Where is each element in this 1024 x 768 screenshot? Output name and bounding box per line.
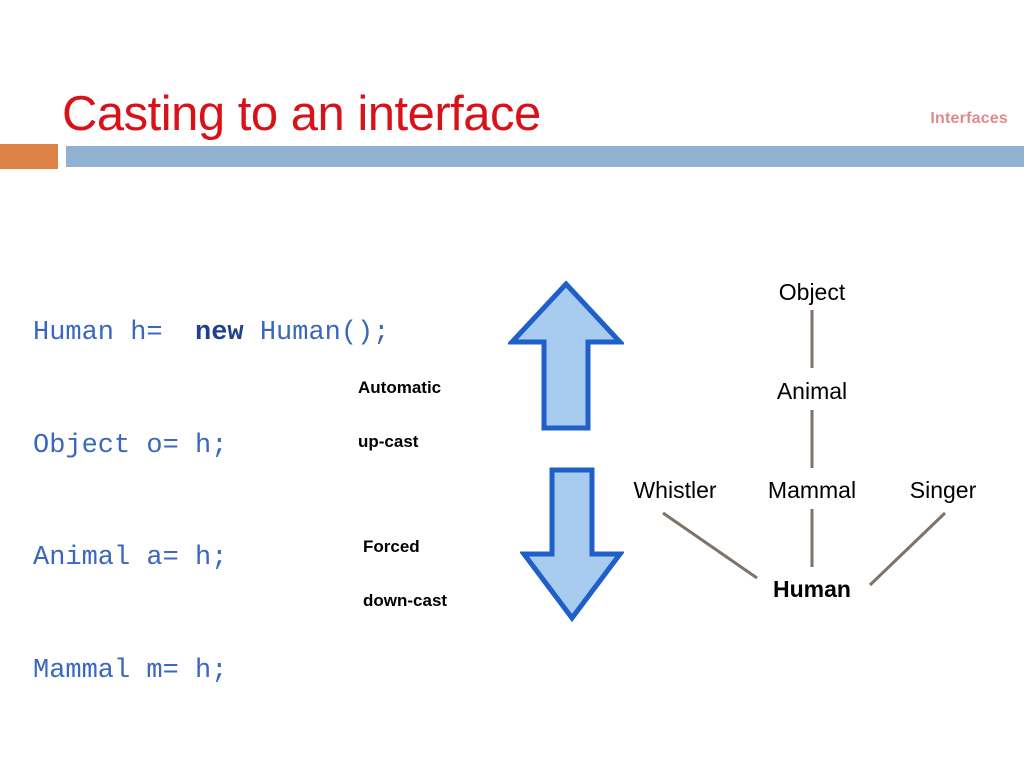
edge-whistler-human <box>662 511 758 580</box>
hierarchy-connectors <box>662 310 947 587</box>
page-title: Casting to an interface <box>62 87 541 141</box>
code-keyword: new <box>195 318 244 348</box>
hierarchy-node-human: Human <box>773 576 851 602</box>
section-label: Interfaces <box>930 110 1008 127</box>
down-cast-label-line1: Forced <box>363 537 420 556</box>
code-fragment: Object o= h; <box>33 430 228 461</box>
divider-accent-block <box>0 144 58 169</box>
divider-bar <box>66 146 1024 167</box>
down-cast-label: Forced down-cast <box>363 506 447 641</box>
slide-canvas: Casting to an interface Interfaces Human… <box>0 0 1024 768</box>
code-line: Object o= h; <box>33 428 389 466</box>
hierarchy-node-object: Object <box>778 279 846 305</box>
code-fragment: Animal a= h; <box>33 543 228 573</box>
up-cast-label-line2: up-cast <box>358 432 419 451</box>
class-hierarchy-diagram: Object Animal Whistler Mammal Singer Hum… <box>600 265 1024 615</box>
code-fragment: Human(); <box>243 318 390 348</box>
code-fragment: Mammal m= h; <box>33 655 228 686</box>
edge-singer-human <box>868 511 947 587</box>
hierarchy-node-mammal: Mammal <box>767 477 857 503</box>
code-line: Mammal m= h; <box>33 653 389 691</box>
up-cast-label: Automatic up-cast <box>358 347 441 482</box>
code-line: Human h= new Human(); <box>33 315 389 353</box>
hierarchy-node-whistler: Whistler <box>633 477 717 503</box>
up-cast-label-line1: Automatic <box>358 378 442 397</box>
code-block: Human h= new Human(); Object o= h; Anima… <box>33 240 389 768</box>
hierarchy-node-animal: Animal <box>776 378 848 404</box>
hierarchy-node-singer: Singer <box>909 477 977 503</box>
code-line: Animal a= h; <box>33 540 389 578</box>
down-cast-label-line2: down-cast <box>363 591 448 610</box>
code-fragment: Human h= <box>33 318 196 348</box>
